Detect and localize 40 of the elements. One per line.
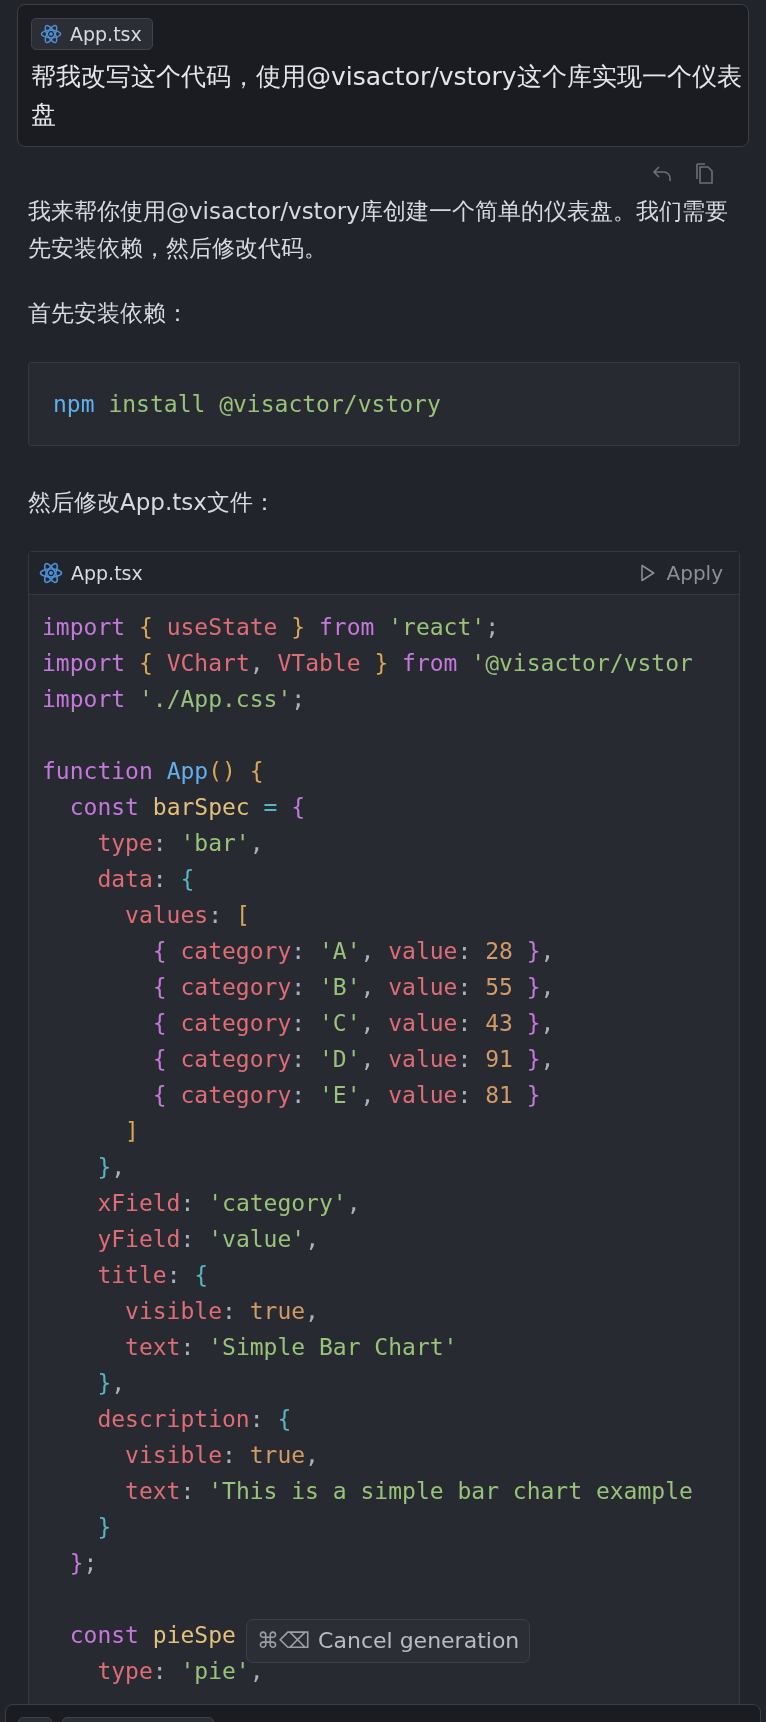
code-line: type: 'bar', [96, 829, 264, 858]
code-line: visible: true, [124, 1297, 319, 1326]
react-icon [40, 23, 62, 45]
command-line: npm install @visactor/vstory [53, 390, 442, 419]
code-line: values: [ [124, 901, 250, 930]
code-line: ] [124, 1117, 139, 1146]
paragraph: 我来帮你使用@visactor/vstory库创建一个简单的仪表盘。我们需要先安装依赖，然后修改代码。 [28, 197, 729, 263]
code-line: import './App.css'; [42, 685, 306, 714]
code-line: { category: 'C', value: 43 }, [151, 1009, 555, 1038]
code-line: data: { [96, 865, 195, 894]
code-line: }; [68, 1549, 98, 1578]
code-line: text: 'Simple Bar Chart' [124, 1333, 458, 1362]
code-line: { category: 'B', value: 55 }, [151, 973, 555, 1002]
code-line: }, [96, 1153, 126, 1182]
code-line: { category: 'A', value: 28 }, [151, 937, 555, 966]
code-line: title: { [96, 1261, 209, 1290]
code-line: xField: 'category', [96, 1189, 361, 1218]
react-icon [39, 561, 63, 585]
code-line: { category: 'E', value: 81 } [151, 1081, 541, 1110]
code-line: function App() { [42, 757, 264, 786]
code-line: import { VChart, VTable } from '@visactor/vstor [42, 649, 693, 678]
code-line: yField: 'value', [96, 1225, 319, 1254]
code-line: { category: 'D', value: 91 }, [151, 1045, 555, 1074]
code-line: }, [96, 1369, 126, 1398]
file-chip[interactable]: App.tsx [31, 18, 153, 50]
code-line: description: { [96, 1405, 292, 1434]
code-line: const barSpec = { [68, 793, 306, 822]
apply-button[interactable]: Apply [632, 559, 727, 587]
paragraph: 然后修改App.tsx文件： [28, 488, 277, 517]
shortcut-keys: ⌘⌫ [257, 1624, 311, 1658]
file-name: App.tsx [71, 562, 143, 584]
tooltip-label: Cancel generation [318, 1627, 520, 1655]
code-line: import { useState } from 'react'; [42, 613, 500, 642]
code-line: const pieSpe [68, 1621, 236, 1650]
message-text: 帮我改写这个代码，使用@visactor/vstory这个库实现一个仪表盘 [31, 61, 742, 131]
paragraph: 首先安装依赖： [28, 299, 190, 328]
code-line: text: 'This is a simple bar chart example [124, 1477, 693, 1506]
code-line: } [96, 1513, 112, 1542]
code-line: visible: true, [124, 1441, 319, 1470]
code-line: type: 'pie', [96, 1657, 264, 1686]
